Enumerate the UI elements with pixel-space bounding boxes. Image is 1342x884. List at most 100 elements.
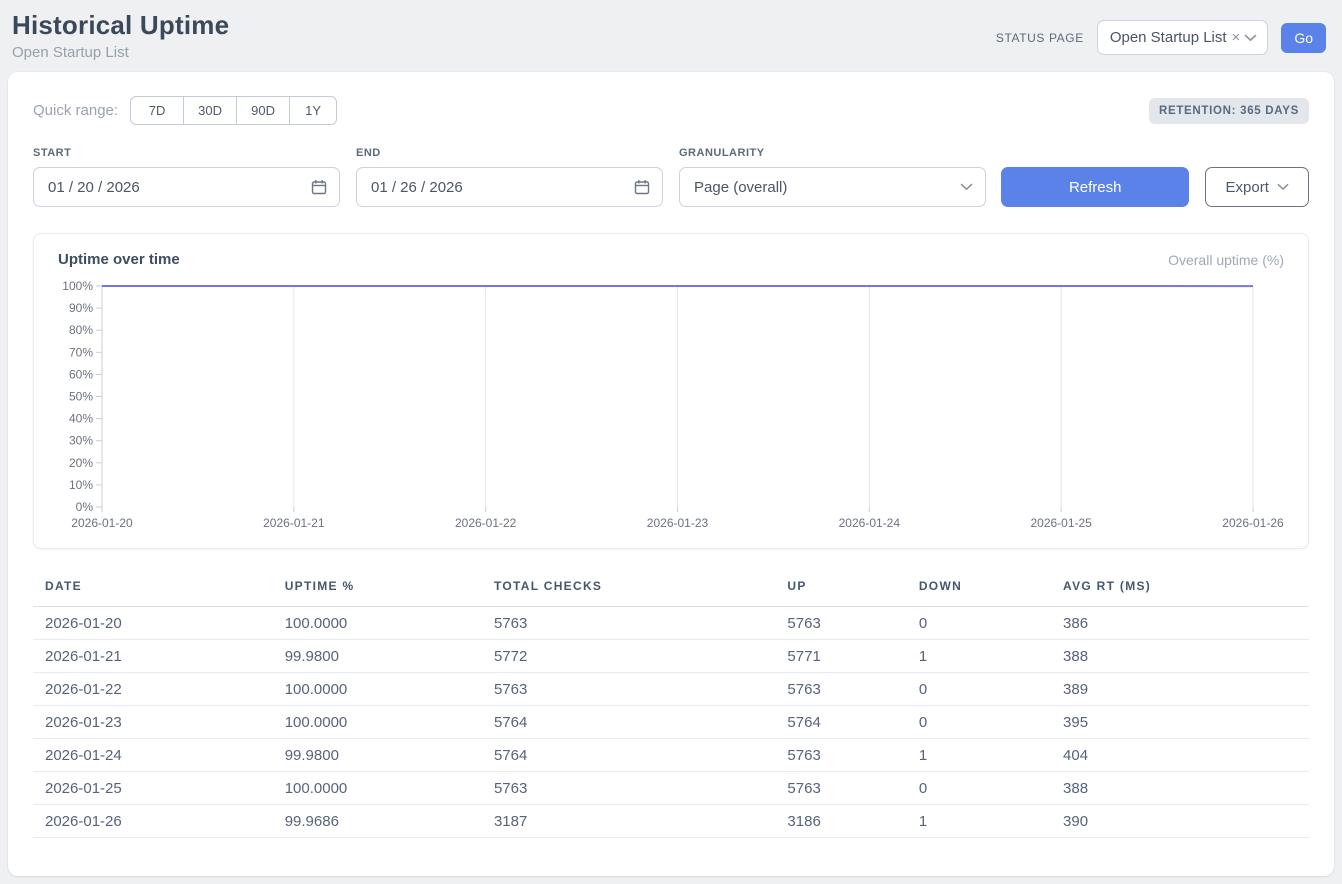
table-cell: 5772 [486, 640, 779, 673]
table-cell: 395 [1055, 706, 1309, 739]
table-cell: 2026-01-21 [33, 640, 277, 673]
table-cell: 3187 [486, 805, 779, 838]
title-block: Historical Uptime Open Startup List [12, 10, 229, 61]
col-header: TOTAL CHECKS [486, 573, 779, 607]
calendar-icon[interactable] [311, 179, 327, 195]
chart-title: Uptime over time [58, 251, 180, 268]
export-button[interactable]: Export [1205, 167, 1309, 207]
status-page-value: Open Startup List [1110, 29, 1227, 46]
table-row: 2026-01-2199.9800577257711388 [33, 640, 1309, 673]
table-cell: 99.9686 [277, 805, 486, 838]
table-cell: 386 [1055, 607, 1309, 640]
uptime-table: DATEUPTIME %TOTAL CHECKSUPDOWNAVG RT (MS… [33, 573, 1309, 838]
table-row: 2026-01-25100.0000576357630388 [33, 772, 1309, 805]
y-axis-label: 10% [69, 478, 93, 492]
table-row: 2026-01-2499.9800576457631404 [33, 739, 1309, 772]
quick-range-group: 7D30D90D1Y [130, 96, 337, 125]
table-cell: 2026-01-26 [33, 805, 277, 838]
table-cell: 3186 [779, 805, 910, 838]
col-header: AVG RT (MS) [1055, 573, 1309, 607]
calendar-icon[interactable] [634, 179, 650, 195]
x-axis-label: 2026-01-26 [1222, 516, 1284, 530]
x-axis-label: 2026-01-21 [263, 516, 325, 530]
go-button[interactable]: Go [1281, 23, 1326, 53]
granularity-select[interactable]: Page (overall) [679, 167, 986, 207]
table-cell: 2026-01-24 [33, 739, 277, 772]
clear-icon[interactable]: × [1232, 29, 1241, 46]
granularity-value: Page (overall) [694, 179, 787, 196]
granularity-label: GRANULARITY [679, 147, 986, 159]
table-cell: 5763 [486, 673, 779, 706]
table-row: 2026-01-23100.0000576457640395 [33, 706, 1309, 739]
uptime-chart-card: Uptime over time Overall uptime (%) 2026… [33, 233, 1309, 549]
retention-badge: RETENTION: 365 DAYS [1149, 98, 1309, 124]
y-axis-label: 30% [69, 434, 93, 448]
uptime-line-chart: 2026-01-20 2026-01-21 2026-01-22 2026-01-23… [58, 280, 1286, 532]
table-cell: 5763 [486, 772, 779, 805]
x-axis-label: 2026-01-25 [1030, 516, 1092, 530]
table-cell: 5763 [779, 607, 910, 640]
y-axis-label: 20% [69, 456, 93, 470]
x-axis-label: 2026-01-23 [647, 516, 709, 530]
table-cell: 5763 [486, 607, 779, 640]
start-date-input[interactable]: 01 / 20 / 2026 [33, 167, 340, 207]
topbar-right: STATUS PAGE Open Startup List × Go [996, 20, 1326, 55]
quick-range-30d-button[interactable]: 30D [183, 96, 237, 125]
table-cell: 100.0000 [277, 607, 486, 640]
table-row: 2026-01-2699.9686318731861390 [33, 805, 1309, 838]
quick-range-label: Quick range: [33, 102, 118, 119]
x-axis-label: 2026-01-24 [839, 516, 901, 530]
refresh-button[interactable]: Refresh [1001, 167, 1189, 207]
start-label: START [33, 147, 340, 159]
quick-range-row: Quick range: 7D30D90D1Y RETENTION: 365 D… [33, 96, 1309, 125]
table-cell: 1 [911, 739, 1055, 772]
y-axis-label: 50% [69, 390, 93, 404]
page-subtitle: Open Startup List [12, 44, 229, 61]
y-axis-label: 100% [62, 280, 93, 293]
table-cell: 0 [911, 772, 1055, 805]
end-date-input[interactable]: 01 / 26 / 2026 [356, 167, 663, 207]
end-field: END 01 / 26 / 2026 [356, 147, 663, 207]
chevron-down-icon [1244, 34, 1257, 42]
table-cell: 100.0000 [277, 706, 486, 739]
granularity-field: GRANULARITY Page (overall) [679, 147, 986, 207]
status-page-label: STATUS PAGE [996, 31, 1084, 45]
table-cell: 1 [911, 640, 1055, 673]
y-axis-label: 60% [69, 367, 93, 381]
y-axis-label: 0% [76, 500, 94, 514]
table-cell: 5763 [779, 739, 910, 772]
col-header: UPTIME % [277, 573, 486, 607]
table-cell: 100.0000 [277, 673, 486, 706]
y-axis-label: 80% [69, 323, 93, 337]
table-cell: 5763 [779, 673, 910, 706]
table-cell: 2026-01-23 [33, 706, 277, 739]
x-axis-label: 2026-01-22 [455, 516, 517, 530]
start-field: START 01 / 20 / 2026 [33, 147, 340, 207]
table-cell: 389 [1055, 673, 1309, 706]
topbar: Historical Uptime Open Startup List STAT… [0, 0, 1342, 64]
filters-row: START 01 / 20 / 2026 END 01 / 26 / 2026 … [33, 147, 1309, 207]
chart-header: Uptime over time Overall uptime (%) [58, 251, 1284, 268]
table-cell: 5764 [779, 706, 910, 739]
table-cell: 0 [911, 706, 1055, 739]
col-header: DOWN [911, 573, 1055, 607]
quick-range-7d-button[interactable]: 7D [130, 96, 184, 125]
table-cell: 0 [911, 607, 1055, 640]
x-axis-label: 2026-01-20 [71, 516, 133, 530]
status-page-select[interactable]: Open Startup List × [1097, 20, 1269, 55]
y-axis-label: 90% [69, 301, 93, 315]
table-cell: 5764 [486, 739, 779, 772]
table-cell: 388 [1055, 772, 1309, 805]
quick-range-1y-button[interactable]: 1Y [289, 96, 337, 125]
quick-range-90d-button[interactable]: 90D [236, 96, 290, 125]
table-cell: 0 [911, 673, 1055, 706]
table-row: 2026-01-20100.0000576357630386 [33, 607, 1309, 640]
col-header: UP [779, 573, 910, 607]
col-header: DATE [33, 573, 277, 607]
table-cell: 5764 [486, 706, 779, 739]
chevron-down-icon [960, 183, 973, 191]
table-cell: 2026-01-22 [33, 673, 277, 706]
table-cell: 2026-01-20 [33, 607, 277, 640]
chart-legend: Overall uptime (%) [1168, 252, 1284, 268]
table-cell: 2026-01-25 [33, 772, 277, 805]
